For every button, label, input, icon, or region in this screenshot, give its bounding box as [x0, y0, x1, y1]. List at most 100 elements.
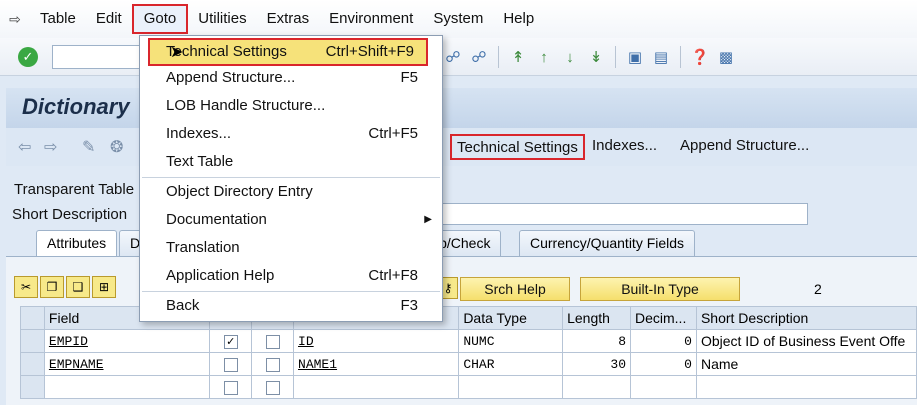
key-checkbox[interactable] — [223, 358, 238, 373]
row-selector[interactable] — [20, 329, 45, 353]
column-header-length[interactable]: Length — [562, 306, 631, 330]
mouse-cursor-icon: ➤ — [170, 44, 184, 61]
find-icon[interactable]: ☍ — [442, 46, 464, 68]
other-object-icon[interactable]: ❂ — [110, 137, 123, 157]
toolbar-icons: ☍ ☍ ↟ ↑ ↓ ↡ ▣ ▤ ❓ ▩ — [442, 46, 737, 68]
menu-table[interactable]: Table — [30, 0, 86, 38]
initial-checkbox[interactable] — [265, 381, 280, 396]
toolbar-separator — [498, 46, 499, 68]
initial-checkbox[interactable] — [265, 358, 280, 373]
menu-item-shortcut: F5 — [400, 69, 418, 86]
menu-item-label: LOB Handle Structure... — [166, 97, 326, 114]
menu-environment[interactable]: Environment — [319, 0, 423, 38]
initial-checkbox-cell — [251, 329, 295, 353]
goto-dropdown-menu: Technical Settings Ctrl+Shift+F9 Append … — [139, 35, 443, 322]
menu-item-shortcut: Ctrl+Shift+F9 — [325, 43, 414, 60]
next-page-icon[interactable]: ↓ — [559, 46, 581, 68]
menu-item-shortcut: Ctrl+F8 — [368, 267, 418, 284]
tab-attributes[interactable]: Attributes — [36, 230, 118, 256]
built-in-type-button[interactable]: Built-In Type — [580, 277, 740, 301]
menu-item-append-structure[interactable]: Append Structure... F5 — [140, 64, 442, 92]
copy-icon[interactable]: ❐ — [40, 276, 64, 298]
column-header-short-description[interactable]: Short Description — [695, 306, 917, 330]
row-selector[interactable] — [20, 352, 45, 376]
display-change-icon[interactable]: ✎ — [82, 137, 95, 157]
enter-check-icon[interactable]: ✓ — [18, 47, 38, 67]
shortcut-icon[interactable]: ▤ — [650, 46, 672, 68]
data-type-cell — [458, 375, 564, 399]
decimals-cell: 0 — [630, 329, 697, 353]
search-help-button[interactable]: Srch Help — [460, 277, 570, 301]
key-checkbox[interactable]: ✓ — [223, 335, 238, 350]
new-session-icon[interactable]: ▣ — [624, 46, 646, 68]
menu-item-label: Object Directory Entry — [166, 183, 313, 200]
forward-arrow-icon[interactable]: ⇨ — [44, 137, 57, 157]
menu-extras[interactable]: Extras — [257, 0, 320, 38]
menu-item-object-directory-entry[interactable]: Object Directory Entry — [140, 178, 442, 206]
initial-checkbox-cell — [251, 375, 295, 399]
grid-toolbar: ✂ ❐ ❑ ⊞ — [14, 276, 116, 298]
menu-item-label: Documentation — [166, 211, 267, 228]
initial-checkbox-cell — [251, 352, 295, 376]
column-header-data-type[interactable]: Data Type — [458, 306, 564, 330]
technical-settings-button[interactable]: Technical Settings — [450, 134, 585, 160]
menu-item-documentation[interactable]: Documentation ▶ — [140, 206, 442, 234]
menu-item-label: Translation — [166, 239, 240, 256]
short-description-cell — [695, 375, 917, 399]
menu-exit-icon[interactable]: ⇨ — [0, 0, 30, 38]
menu-goto[interactable]: Goto — [131, 4, 189, 34]
find-next-icon[interactable]: ☍ — [468, 46, 490, 68]
decimals-cell: 0 — [630, 352, 697, 376]
layout-icon[interactable]: ▩ — [715, 46, 737, 68]
menu-edit[interactable]: Edit — [86, 0, 132, 38]
menu-utilities[interactable]: Utilities — [188, 0, 256, 38]
field-name-cell[interactable]: EMPNAME — [43, 352, 211, 376]
menu-item-lob-handle-structure[interactable]: LOB Handle Structure... — [140, 92, 442, 120]
length-cell: 30 — [562, 352, 631, 376]
indexes-button[interactable]: Indexes... — [587, 134, 662, 160]
key-checkbox[interactable] — [223, 381, 238, 396]
column-header-decimals[interactable]: Decim... — [630, 306, 697, 330]
transparent-table-label: Transparent Table — [14, 181, 135, 198]
data-element-cell[interactable]: ID — [293, 329, 460, 353]
help-icon[interactable]: ❓ — [689, 46, 711, 68]
previous-page-icon[interactable]: ↑ — [533, 46, 555, 68]
field-count: 2 — [814, 281, 822, 297]
menu-item-label: Technical Settings — [166, 43, 287, 60]
menu-system[interactable]: System — [423, 0, 493, 38]
short-description-cell: Name — [695, 352, 917, 376]
page-title: Dictionary — [22, 94, 130, 119]
column-selector[interactable] — [20, 306, 45, 330]
data-element-cell[interactable]: NAME1 — [293, 352, 460, 376]
menu-item-back[interactable]: Back F3 — [140, 292, 442, 320]
data-element-cell[interactable] — [293, 375, 460, 399]
menu-item-application-help[interactable]: Application Help Ctrl+F8 — [140, 262, 442, 290]
paste-icon[interactable]: ❑ — [66, 276, 90, 298]
menu-item-technical-settings[interactable]: Technical Settings Ctrl+Shift+F9 — [148, 38, 428, 66]
back-arrow-icon[interactable]: ⇦ — [18, 137, 31, 157]
menu-item-label: Back — [166, 297, 200, 314]
field-name-cell[interactable] — [43, 375, 211, 399]
short-description-label: Short Description — [12, 206, 128, 223]
menu-help[interactable]: Help — [493, 0, 544, 38]
last-page-icon[interactable]: ↡ — [585, 46, 607, 68]
first-page-icon[interactable]: ↟ — [507, 46, 529, 68]
decimals-cell — [630, 375, 697, 399]
short-description-input[interactable] — [430, 203, 808, 225]
table-row[interactable]: EMPNAME NAME1 CHAR 30 0 Name — [20, 352, 917, 376]
cut-icon[interactable]: ✂ — [14, 276, 38, 298]
menu-item-indexes[interactable]: Indexes... Ctrl+F5 — [140, 120, 442, 148]
row-selector[interactable] — [20, 375, 45, 399]
initial-checkbox[interactable] — [265, 335, 280, 350]
menu-item-text-table[interactable]: Text Table — [140, 148, 442, 176]
append-structure-button[interactable]: Append Structure... — [675, 134, 814, 160]
tab-currency-quantity-fields[interactable]: Currency/Quantity Fields — [519, 230, 696, 256]
insert-row-icon[interactable]: ⊞ — [92, 276, 116, 298]
field-name-cell[interactable]: EMPID — [43, 329, 211, 353]
table-row[interactable] — [20, 375, 917, 399]
menu-item-label: Text Table — [166, 153, 234, 170]
command-field[interactable] — [52, 45, 142, 69]
menu-item-translation[interactable]: Translation — [140, 234, 442, 262]
menu-item-label: Indexes... — [166, 125, 232, 142]
table-row[interactable]: EMPID ✓ ID NUMC 8 0 Object ID of Busines… — [20, 329, 917, 353]
